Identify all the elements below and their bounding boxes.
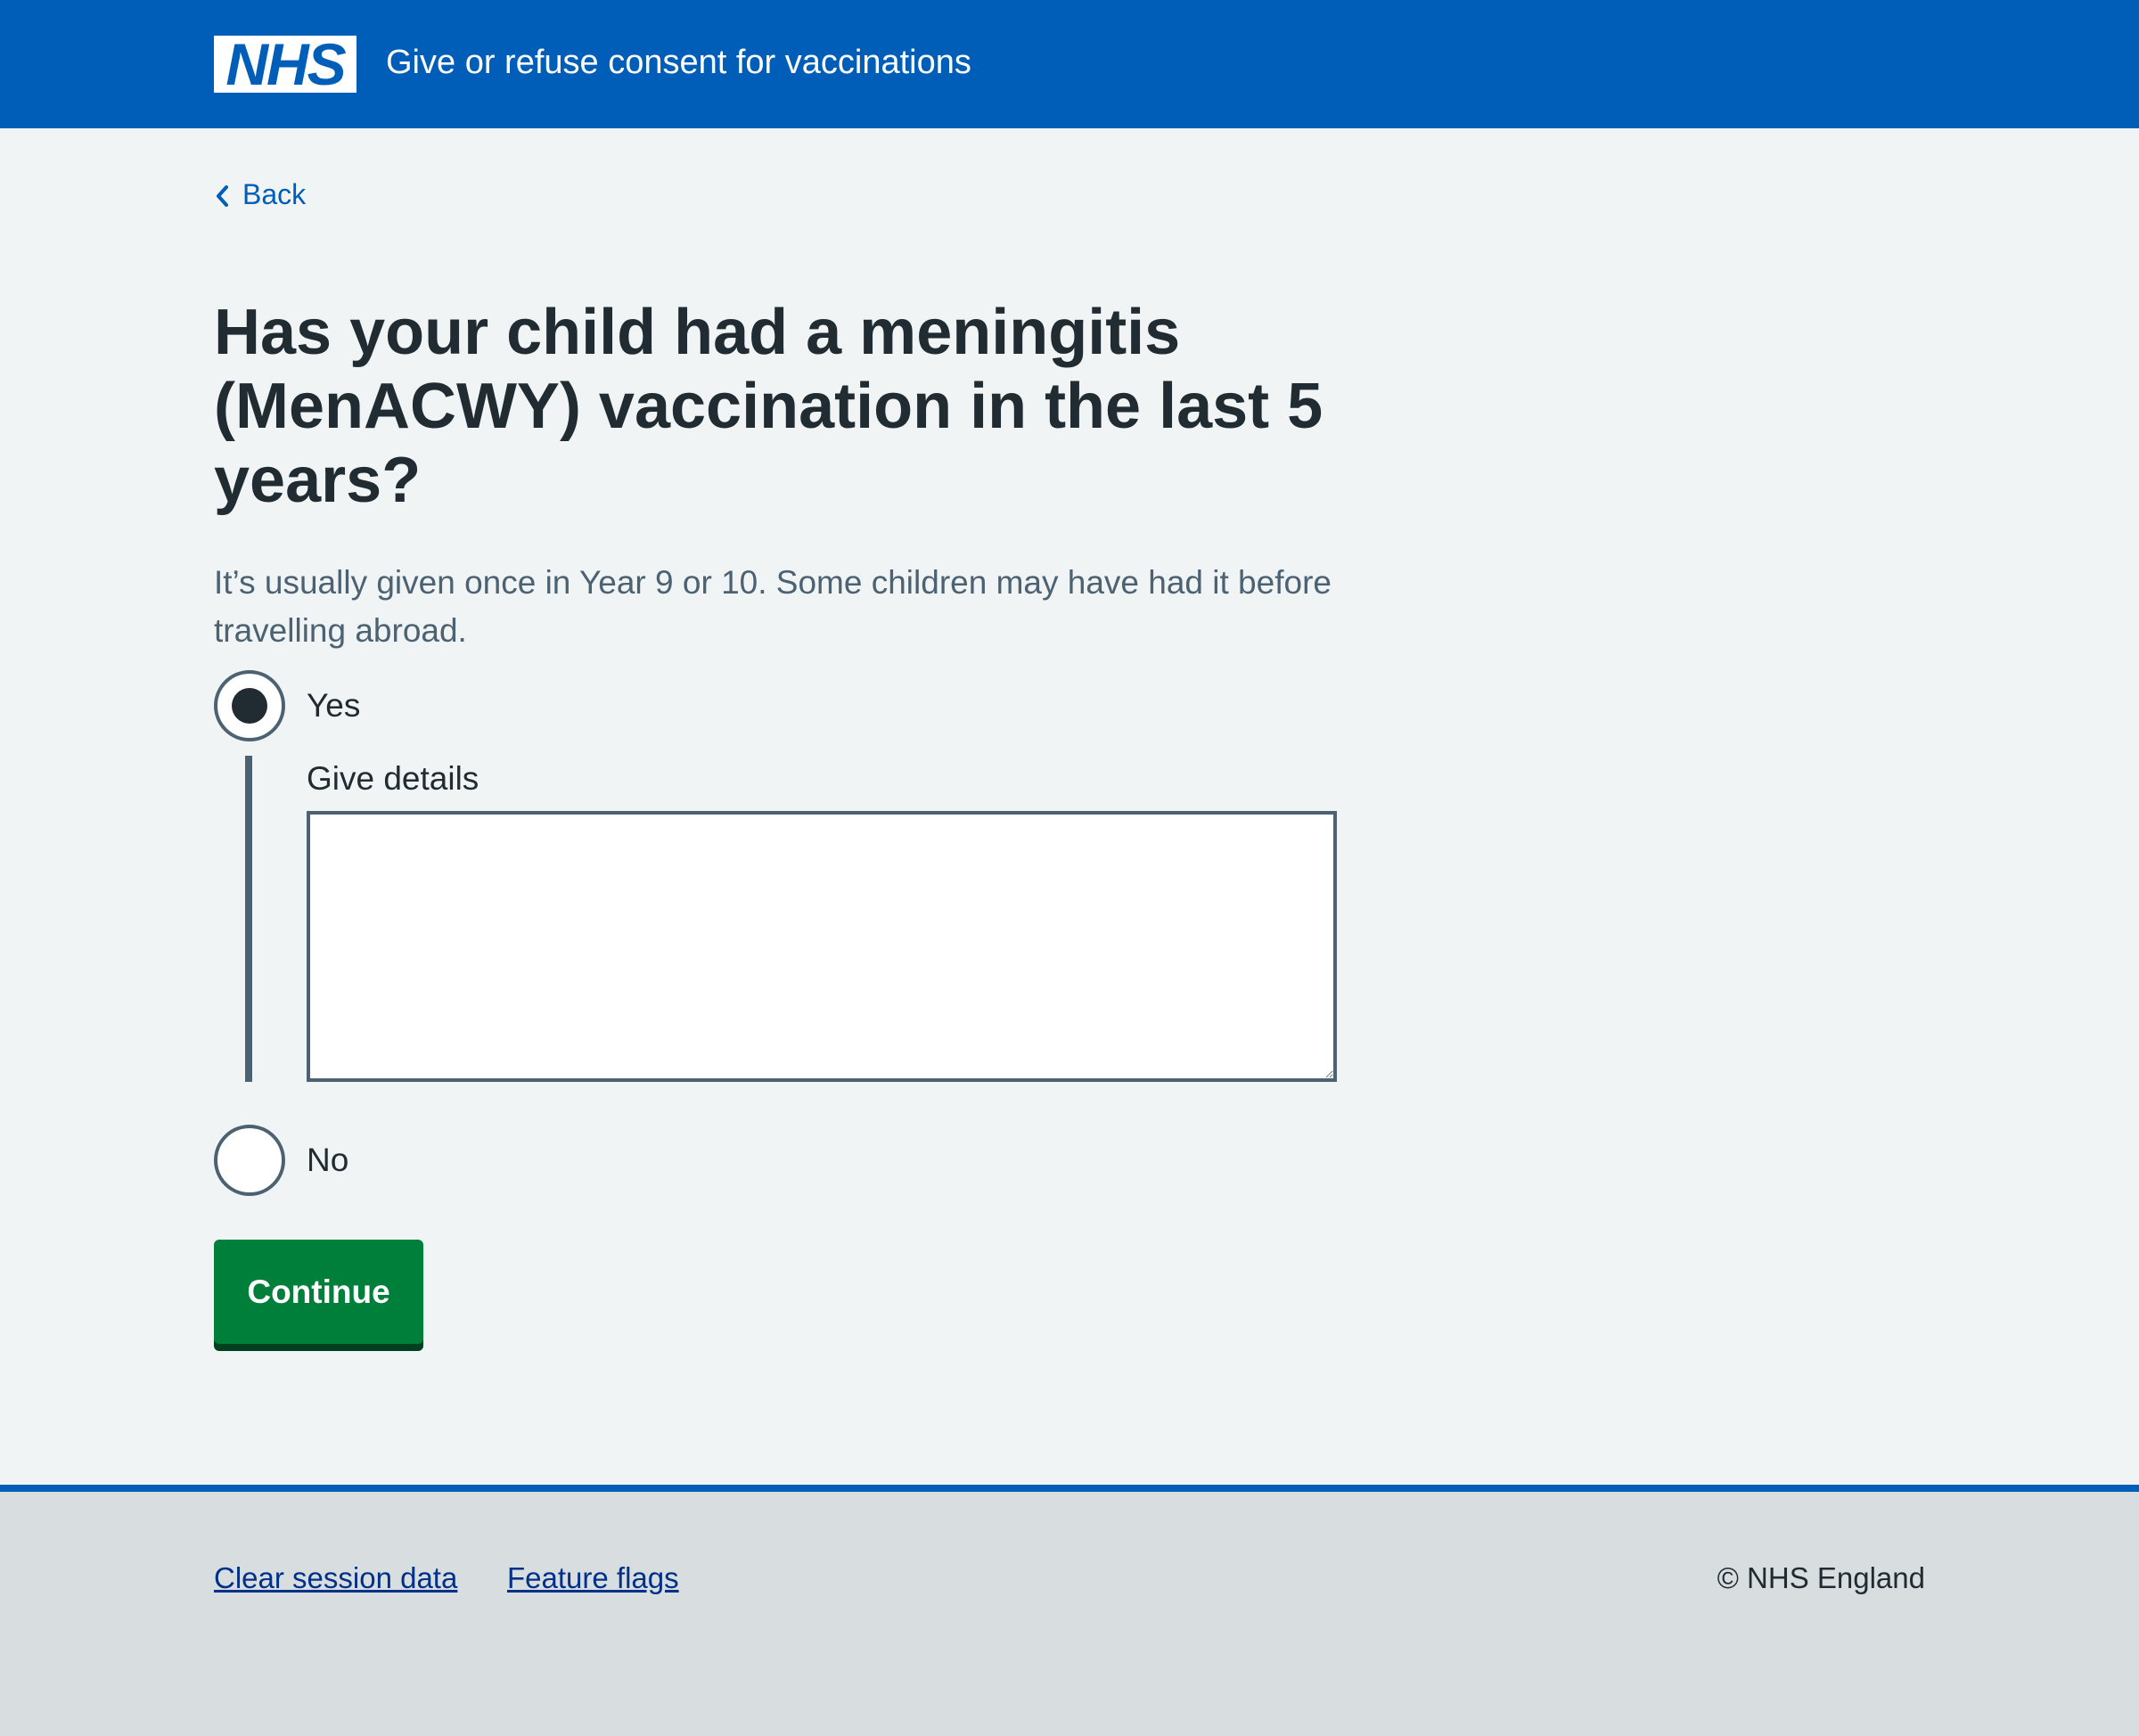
- continue-button[interactable]: Continue: [214, 1240, 423, 1344]
- chevron-left-icon: [217, 185, 228, 207]
- feature-flags-link[interactable]: Feature flags: [507, 1557, 679, 1600]
- clear-session-data-link[interactable]: Clear session data: [214, 1557, 457, 1600]
- conditional-reveal-bar: [245, 756, 252, 1082]
- radio-no-label: No: [307, 1142, 349, 1178]
- site-header: NHS Give or refuse consent for vaccinati…: [0, 0, 2139, 128]
- radio-yes-circle[interactable]: [214, 670, 285, 741]
- site-footer: Clear session data Feature flags © NHS E…: [0, 1485, 2139, 1736]
- question-hint: It’s usually given once in Year 9 or 10.…: [214, 564, 1332, 649]
- give-details-textarea[interactable]: [307, 811, 1337, 1082]
- service-name[interactable]: Give or refuse consent for vaccinations: [386, 41, 971, 84]
- radio-no-circle[interactable]: [214, 1125, 285, 1196]
- radio-selected-dot: [232, 688, 267, 724]
- back-link-label: Back: [242, 178, 307, 210]
- question-heading: Has your child had a meningitis (MenACWY…: [214, 297, 1324, 516]
- give-details-label: Give details: [307, 760, 479, 797]
- nhs-logo[interactable]: NHS: [214, 31, 356, 97]
- radio-yes-label: Yes: [307, 687, 361, 724]
- footer-copyright: © NHS England: [1717, 1561, 1925, 1594]
- nhs-logo-text: NHS: [225, 31, 346, 97]
